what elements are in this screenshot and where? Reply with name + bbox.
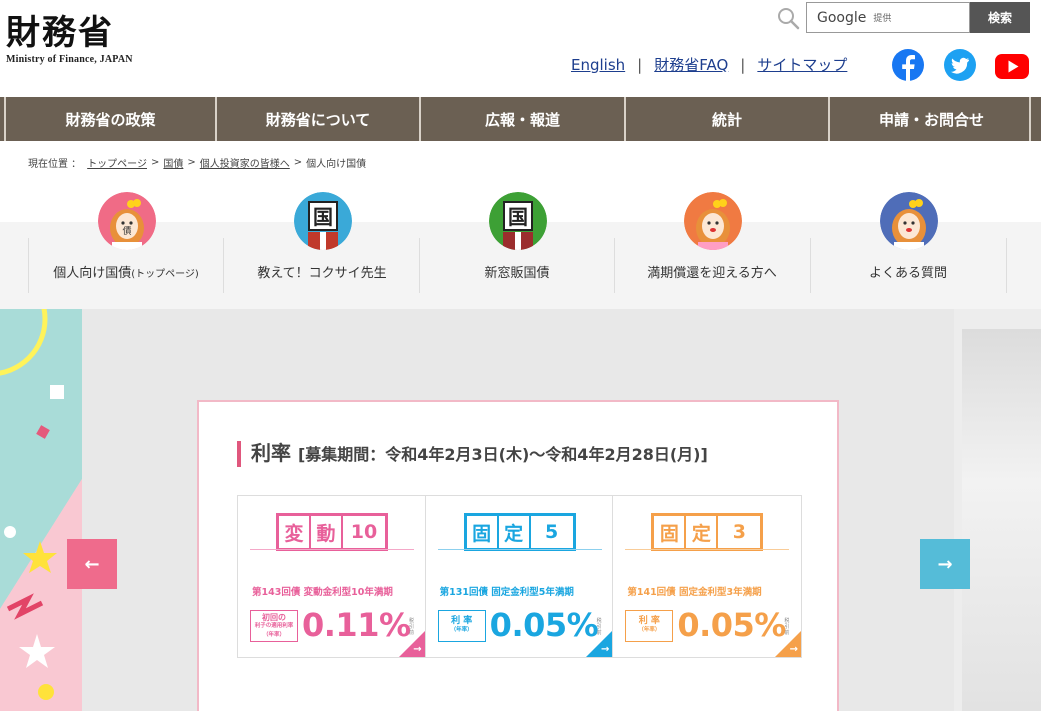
breadcrumb-separator: > — [187, 157, 196, 168]
link-separator: | — [740, 55, 746, 74]
rate-heading: 利率 [募集期間：令和4年2月3日(木)〜令和4年2月28日(月)] — [237, 441, 708, 467]
mof-logo[interactable]: 財務省 Ministry of Finance, JAPAN — [6, 14, 133, 65]
rate-badge: 変 動 10 — [276, 513, 388, 551]
nav-item-statistics[interactable]: 統計 — [624, 97, 828, 141]
rate-banner-carousel: 利率 [募集期間：令和4年2月3日(木)〜令和4年2月28日(月)] 変 動 1… — [0, 309, 1041, 711]
global-nav: 財務省の政策 財務省について 広報・報道 統計 申請・お問合せ — [0, 97, 1041, 141]
banner-next-slide-preview — [954, 309, 1041, 711]
menu-label: よくある質問 — [868, 266, 947, 281]
svg-text:国: 国 — [313, 205, 333, 229]
logo-english: Ministry of Finance, JAPAN — [6, 54, 133, 65]
rate-card-floating-10[interactable]: 変 動 10 第143回債 変動金利型10年満期 初回の 利子の適用利率 （年率… — [238, 496, 426, 657]
menu-item-new-window-sale[interactable]: 国 新窓販国債 — [419, 192, 615, 295]
rate-card-fixed-5[interactable]: 固 定 5 第131回債 固定金利型5年満期 利 率 （年率） 0.05% 税引… — [426, 496, 614, 657]
breadcrumb-separator: > — [151, 157, 160, 168]
menu-label: 満期償還を迎える方へ — [647, 266, 777, 281]
rate-table: 変 動 10 第143回債 変動金利型10年満期 初回の 利子の適用利率 （年率… — [237, 495, 802, 658]
utility-links: English | 財務省FAQ | サイトマップ — [571, 54, 847, 75]
girl-mascot-avatar — [684, 192, 742, 250]
menu-label: 個人向け国債(トップページ) — [53, 266, 199, 281]
logo-kanji: 財務省 — [6, 13, 114, 53]
rate-card[interactable]: 利率 [募集期間：令和4年2月3日(木)〜令和4年2月28日(月)] 変 動 1… — [197, 400, 839, 711]
girl-mascot-avatar: 債 — [98, 192, 156, 250]
search-input[interactable]: Google 提供 — [806, 2, 970, 33]
link-sitemap[interactable]: サイトマップ — [757, 54, 847, 75]
nav-item-press[interactable]: 広報・報道 — [419, 97, 624, 141]
search-google-brand: Google — [817, 9, 867, 26]
search-button[interactable]: 検索 — [970, 2, 1030, 33]
menu-item-kokusai-sensei[interactable]: 国 教えて！コクサイ先生 — [224, 192, 420, 295]
girl-mascot-avatar — [880, 192, 938, 250]
link-english[interactable]: English — [571, 56, 625, 74]
menu-label: 教えて！コクサイ先生 — [257, 266, 387, 281]
rate-label: 利 率 （年率） — [625, 610, 674, 642]
rate-value: 0.05% — [489, 606, 599, 644]
arrow-right-icon: → — [600, 644, 610, 655]
carousel-next-button[interactable]: → — [920, 539, 970, 589]
breadcrumb-current: 個人向け国債 — [306, 159, 367, 170]
rate-description: 第143回債 変動金利型10年満期 — [252, 587, 393, 598]
rate-description: 第131回債 固定金利型5年満期 — [439, 587, 574, 598]
page: 財務省 Ministry of Finance, JAPAN Google 提供… — [0, 0, 1041, 711]
breadcrumb-link-top[interactable]: トップページ — [87, 155, 147, 170]
link-separator: | — [637, 55, 643, 74]
breadcrumb-prefix: 現在位置 ： — [28, 159, 82, 170]
rate-label: 初回の 利子の適用利率 （年率） — [250, 610, 298, 642]
sensei-mascot-avatar: 国 — [294, 192, 352, 250]
arrow-right-icon: → — [789, 644, 799, 655]
svg-text:債: 債 — [122, 225, 131, 237]
rate-badge: 固 定 3 — [651, 513, 764, 551]
menu-label: 新窓販国債 — [484, 266, 550, 281]
search-provided-label: 提供 — [873, 14, 892, 24]
rate-period: [募集期間：令和4年2月3日(木)〜令和4年2月28日(月)] — [297, 445, 708, 464]
svg-text:国: 国 — [508, 205, 528, 229]
banner-decoration — [0, 309, 82, 711]
menu-divider — [1006, 238, 1007, 293]
header: 財務省 Ministry of Finance, JAPAN Google 提供… — [0, 0, 1041, 97]
rate-label: 利 率 （年率） — [437, 610, 486, 642]
rate-card-fixed-3[interactable]: 固 定 3 第141回債 固定金利型3年満期 利 率 （年率） 0.05% 税引… — [613, 496, 802, 657]
rate-value: 0.11% — [302, 606, 411, 644]
breadcrumb-link-individual-investors[interactable]: 個人投資家の皆様へ — [200, 155, 290, 170]
nav-end-divider — [1029, 97, 1041, 141]
nav-item-policy[interactable]: 財務省の政策 — [4, 97, 215, 141]
arrow-right-icon: → — [413, 644, 422, 655]
carousel-prev-button[interactable]: ← — [67, 539, 117, 589]
search-icon — [778, 8, 800, 30]
youtube-icon[interactable] — [995, 50, 1029, 84]
menu-item-faq[interactable]: よくある質問 — [810, 192, 1006, 295]
arrow-left-icon: ← — [84, 553, 100, 575]
menu-item-individual-jgb[interactable]: 債 個人向け国債(トップページ) — [28, 192, 224, 295]
rate-value: 0.05% — [677, 606, 786, 644]
breadcrumb-separator: > — [293, 157, 303, 168]
sensei-mascot-avatar: 国 — [489, 192, 547, 250]
nav-item-about[interactable]: 財務省について — [215, 97, 419, 141]
arrow-right-icon: → — [937, 553, 953, 575]
link-faq[interactable]: 財務省FAQ — [654, 54, 728, 75]
twitter-icon[interactable] — [943, 48, 977, 82]
breadcrumb-link-jgb[interactable]: 国債 — [163, 155, 183, 170]
facebook-icon[interactable] — [891, 48, 925, 82]
breadcrumb: 現在位置 ： トップページ > 国債 > 個人投資家の皆様へ > 個人向け国債 — [28, 155, 366, 170]
rate-description: 第141回債 固定金利型3年満期 — [627, 587, 762, 598]
rate-badge: 固 定 5 — [463, 513, 576, 551]
nav-item-application[interactable]: 申請・お問合せ — [828, 97, 1033, 141]
menu-item-maturity[interactable]: 満期償還を迎える方へ — [614, 192, 810, 295]
